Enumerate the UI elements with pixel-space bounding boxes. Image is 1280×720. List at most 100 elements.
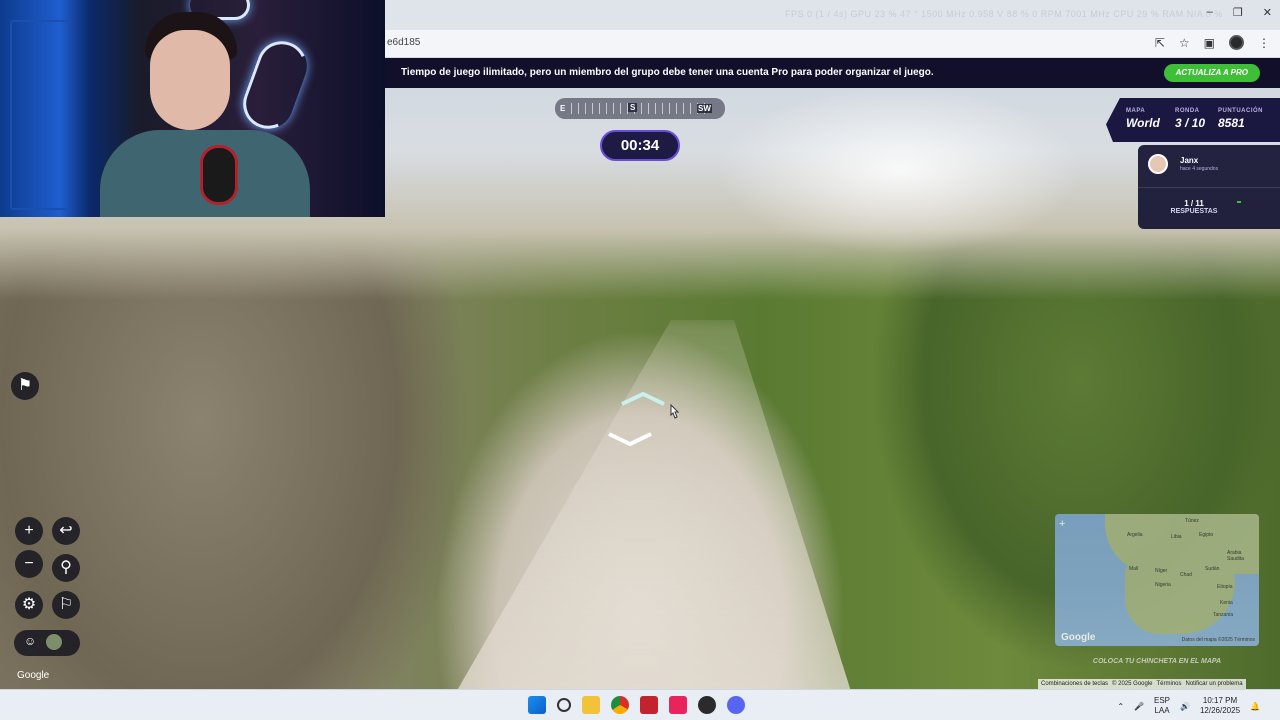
map-label-algeria: Argelia: [1127, 532, 1143, 538]
answers-count: 1 / 11: [1184, 199, 1204, 208]
compass-right-heading: SW: [697, 104, 712, 113]
gear-icon: ⚙: [21, 596, 37, 613]
discord-icon[interactable]: [727, 696, 745, 714]
party-members-button[interactable]: ☺: [14, 630, 80, 656]
clock[interactable]: 10:17 PM 12/26/2025: [1200, 696, 1240, 716]
volume-icon[interactable]: 🔊: [1180, 702, 1190, 711]
upgrade-pro-button[interactable]: ACTUALIZA A PRO: [1163, 64, 1260, 82]
panel-divider: [1138, 187, 1280, 188]
system-tray: ⌃ 🎤 ESP LAA 🔊 10:17 PM 12/26/2025 🔔: [1117, 696, 1260, 716]
player-panel: Janx hace 4 segundos 1 / 11 RESPUESTAS: [1138, 145, 1280, 229]
map-value: World: [1126, 116, 1160, 130]
webcam-person-face: [150, 30, 230, 130]
menu-dots-icon[interactable]: ⋮: [1258, 36, 1270, 50]
member-avatar: [46, 634, 62, 650]
webcam-door: [10, 20, 70, 210]
round-value: 3 / 10: [1175, 116, 1206, 130]
map-label-kenya: Kenia: [1220, 600, 1233, 606]
guess-map[interactable]: Túnez Argelia Libia Egipto Arabia Saudit…: [1055, 514, 1259, 646]
answers-label: RESPUESTAS: [1170, 208, 1218, 215]
webcam-microphone: [200, 145, 238, 205]
search-icon[interactable]: [557, 698, 571, 712]
address-bar-actions: ⇱ ☆ ▣ ⋮: [1155, 35, 1270, 50]
map-label-mali: Malí: [1129, 566, 1139, 572]
mouse-cursor-icon: [670, 404, 680, 419]
map-google-logo: Google: [1061, 632, 1096, 643]
map-label-tanzania: Tanzania: [1213, 612, 1234, 618]
clock-date: 12/26/2025: [1199, 706, 1241, 715]
answers-progress-bar: [1237, 201, 1241, 203]
terms-link[interactable]: Términos: [1157, 679, 1182, 689]
url-text[interactable]: e6d185: [387, 37, 420, 48]
install-app-icon[interactable]: ⇱: [1155, 36, 1165, 50]
map-label-egypt: Egipto: [1199, 532, 1214, 538]
banner-message: Tiempo de juego ilimitado, pero un miemb…: [401, 67, 934, 78]
map-label: MAPA: [1126, 108, 1146, 114]
keyboard-shortcuts-link[interactable]: Combinaciones de teclas: [1041, 679, 1108, 689]
file-explorer-icon[interactable]: [582, 696, 600, 714]
player-avatar: [1148, 154, 1168, 174]
users-icon: ☺: [24, 634, 37, 648]
window-controls: – ❐ ✕: [1207, 6, 1272, 19]
round-info: RONDA 3 / 10: [1175, 108, 1205, 130]
compass-center-heading: S: [628, 103, 638, 112]
settings-button[interactable]: ⚙: [15, 591, 43, 619]
place-pin-hint: COLOCA TU CHINCHETA EN EL MAPA: [1092, 658, 1222, 665]
round-timer: 00:34: [600, 130, 680, 161]
map-label-ethiopia: Etiopía: [1217, 584, 1233, 590]
map-label-niger: Níger: [1155, 568, 1168, 574]
video-app-icon[interactable]: [640, 696, 658, 714]
zoom-in-button[interactable]: +: [15, 517, 43, 545]
score-info: PUNTUACIÓN 8581: [1218, 108, 1263, 130]
move-backward-arrow[interactable]: [607, 432, 653, 446]
report-location-button[interactable]: ⚑: [11, 372, 39, 400]
map-label-tunisia: Túnez: [1185, 518, 1199, 524]
profile-avatar[interactable]: [1229, 35, 1244, 50]
chrome-icon[interactable]: [611, 696, 629, 714]
flag-icon: ⚐: [58, 596, 74, 613]
undo-arrow-icon: ↩: [59, 522, 73, 539]
minus-icon: −: [24, 555, 34, 572]
restore-icon[interactable]: ❐: [1233, 6, 1243, 19]
microphone-icon[interactable]: 🎤: [1134, 702, 1144, 711]
undo-move-button[interactable]: ↩: [52, 517, 80, 545]
report-problem-link[interactable]: Notificar un problema: [1186, 679, 1243, 689]
compass-ticks: [571, 103, 706, 114]
map-zoom-in-icon[interactable]: +: [1059, 518, 1065, 530]
map-info: MAPA World: [1126, 108, 1160, 130]
language-indicator[interactable]: ESP LAA: [1154, 696, 1170, 716]
webcam-neon-light: [236, 34, 314, 136]
move-forward-arrow[interactable]: [620, 392, 666, 406]
player-name: Janx: [1180, 156, 1199, 165]
browser-titlebar: FPS 0 (1 / 4s) GPU 23 % 47 ° 1500 MHz 0.…: [385, 0, 1280, 30]
copyright-text: © 2025 Google: [1112, 681, 1153, 687]
checkpoint-button[interactable]: ⚐: [52, 591, 80, 619]
report-icon: ⚑: [17, 377, 33, 394]
minimize-icon[interactable]: –: [1207, 6, 1213, 19]
map-label-libya: Libia: [1171, 534, 1182, 540]
compass-left-heading: E: [560, 104, 566, 113]
compass: E S SW: [555, 98, 725, 119]
map-credits: Datos del mapa ©2025 Términos: [1181, 637, 1255, 643]
windows-start-icon[interactable]: [528, 696, 546, 714]
obs-icon[interactable]: [698, 696, 716, 714]
return-to-start-button[interactable]: ⚲: [52, 554, 80, 582]
bookmark-star-icon[interactable]: ☆: [1179, 36, 1190, 50]
chevron-up-icon[interactable]: ⌃: [1117, 702, 1124, 711]
map-label-sudan: Sudán: [1205, 566, 1220, 572]
google-footer-links: Combinaciones de teclas © 2025 Google Té…: [1038, 679, 1246, 689]
score-label: PUNTUACIÓN: [1218, 108, 1263, 114]
layout-code: LAA: [1154, 706, 1170, 715]
notification-icon[interactable]: 🔔: [1250, 702, 1260, 711]
google-logo: Google: [17, 670, 50, 681]
taskbar-apps: [528, 696, 745, 714]
close-icon[interactable]: ✕: [1263, 6, 1272, 19]
search-tab-icon[interactable]: ▣: [1204, 36, 1215, 50]
location-pin-icon: ⚲: [60, 559, 72, 576]
map-label-saudi-arabia: Arabia Saudita: [1227, 550, 1244, 562]
score-value: 8581: [1218, 116, 1245, 130]
tiktok-icon[interactable]: [669, 696, 687, 714]
address-bar[interactable]: e6d185 ⇱ ☆ ▣ ⋮: [385, 30, 1280, 58]
zoom-out-button[interactable]: −: [15, 550, 43, 578]
clock-time: 10:17 PM: [1202, 696, 1238, 705]
